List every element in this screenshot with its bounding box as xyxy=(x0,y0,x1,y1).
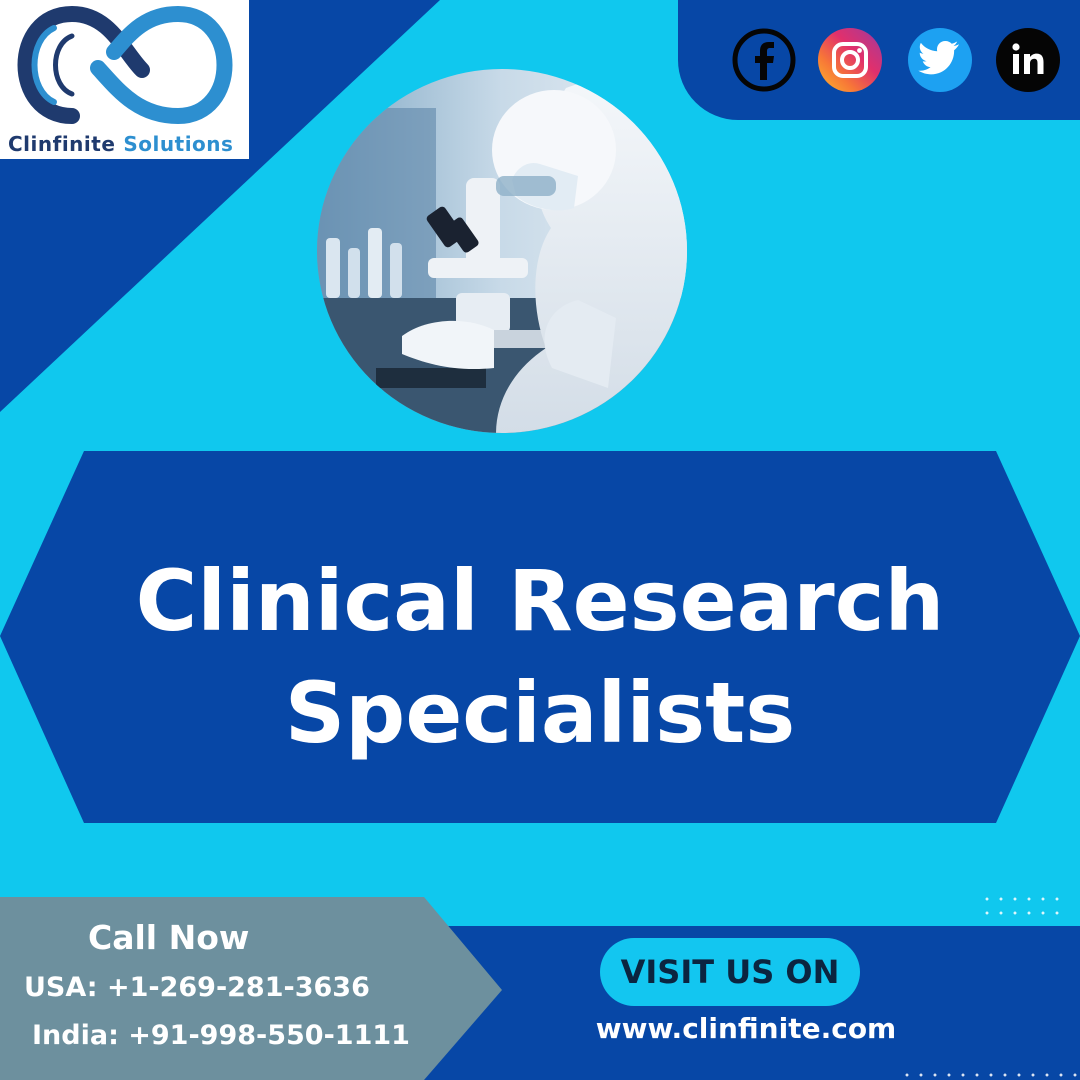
social-bar xyxy=(678,0,1080,120)
website-link[interactable]: www.clinfinite.com xyxy=(560,1012,932,1045)
twitter-icon[interactable] xyxy=(908,28,972,92)
headline: Clinical Research Specialists xyxy=(30,545,1050,769)
usa-phone[interactable]: USA: +1-269-281-3636 xyxy=(24,972,370,1003)
brand-name-part2: Solutions xyxy=(123,132,234,156)
india-phone[interactable]: India: +91-998-550-1111 xyxy=(32,1020,410,1051)
brand-name: Clinfinite Solutions xyxy=(8,132,233,156)
headline-line-2: Specialists xyxy=(284,664,796,762)
lab-scientist-photo xyxy=(317,69,687,433)
logo[interactable]: Clinfinite Solutions xyxy=(0,0,249,159)
brand-name-part1: Clinfinite xyxy=(8,132,116,156)
instagram-icon[interactable] xyxy=(818,28,882,92)
decorative-dot-row xyxy=(900,1068,1080,1080)
call-now-label: Call Now xyxy=(88,918,250,957)
infinity-logo-mark xyxy=(17,6,233,124)
headline-line-1: Clinical Research xyxy=(135,552,945,650)
decorative-dot-grid xyxy=(980,892,1064,922)
linkedin-icon[interactable] xyxy=(996,28,1060,92)
facebook-icon[interactable] xyxy=(732,28,796,92)
visit-us-button[interactable]: VISIT US ON xyxy=(600,938,860,1006)
